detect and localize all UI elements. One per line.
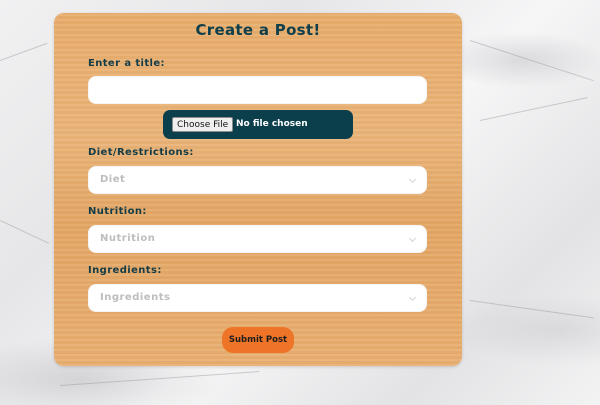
marble-vein	[59, 371, 260, 386]
diet-select[interactable]: Diet	[88, 166, 427, 194]
submit-post-button[interactable]: Submit Post	[222, 327, 294, 353]
ingredients-label: Ingredients:	[88, 265, 162, 276]
page-title: Create a Post!	[195, 21, 321, 39]
file-status-text: No file chosen	[236, 119, 308, 129]
chevron-down-icon	[408, 175, 417, 184]
marble-vein	[469, 300, 594, 319]
chevron-down-icon	[408, 293, 417, 302]
marble-vein	[0, 220, 50, 244]
chevron-down-icon	[408, 234, 417, 243]
nutrition-select[interactable]: Nutrition	[88, 225, 427, 253]
ingredients-select[interactable]: Ingredients	[88, 284, 427, 312]
title-label: Enter a title:	[88, 58, 165, 69]
diet-label: Diet/Restrictions:	[88, 147, 194, 158]
ingredients-select-value: Ingredients	[100, 292, 171, 303]
marble-vein	[0, 42, 48, 61]
file-upload-box: Choose File No file chosen	[163, 110, 353, 139]
nutrition-label: Nutrition:	[88, 206, 147, 217]
marble-vein	[479, 97, 588, 121]
diet-select-value: Diet	[100, 174, 126, 185]
choose-file-button[interactable]: Choose File	[172, 117, 234, 132]
nutrition-select-value: Nutrition	[100, 233, 156, 244]
marble-vein	[469, 40, 594, 82]
title-input[interactable]	[88, 76, 427, 104]
